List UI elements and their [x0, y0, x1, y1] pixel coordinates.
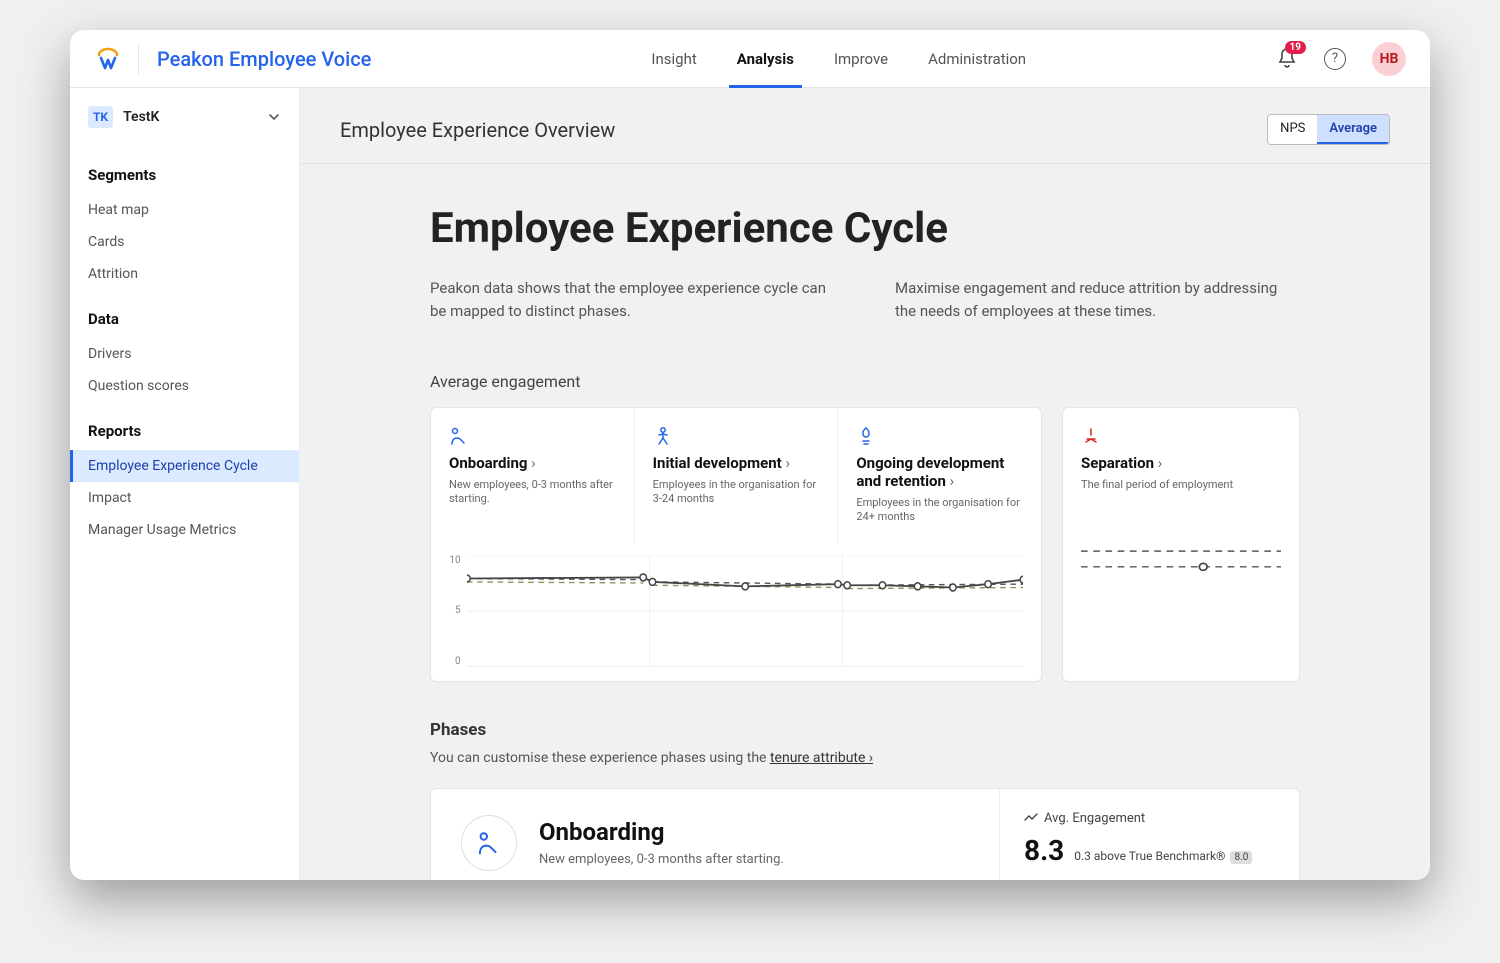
sidebar-item-drivers[interactable]: Drivers — [70, 338, 299, 370]
phases-intro-text: You can customise these experience phase… — [430, 750, 770, 766]
nav-administration[interactable]: Administration — [928, 30, 1026, 87]
sidebar-item-impact[interactable]: Impact — [70, 482, 299, 514]
hero-para-1: Peakon data shows that the employee expe… — [430, 277, 835, 322]
toggle-nps[interactable]: NPS — [1268, 115, 1317, 144]
sidebar-section-segments: Segments — [70, 146, 299, 194]
separation-icon — [1081, 426, 1281, 448]
sidebar-section-data: Data — [70, 290, 299, 338]
trend-icon — [1024, 811, 1038, 825]
notification-badge: 19 — [1285, 41, 1306, 54]
page-title: Employee Experience Overview — [340, 118, 615, 142]
phase-ongoing-sub: Employees in the organisation for 24+ mo… — [856, 496, 1023, 525]
phase-separation-sub: The final period of employment — [1081, 478, 1281, 492]
workspace-badge: TK — [88, 106, 113, 128]
initial-dev-icon — [653, 426, 820, 448]
app-window: Peakon Employee Voice Insight Analysis I… — [70, 30, 1430, 880]
sidebar-item-attrition[interactable]: Attrition — [70, 258, 299, 290]
engagement-chart-separation — [1081, 522, 1281, 634]
top-nav: Insight Analysis Improve Administration — [651, 30, 1026, 87]
chevron-down-icon — [267, 110, 281, 124]
nav-analysis[interactable]: Analysis — [737, 30, 794, 87]
phase-onboarding-link[interactable]: Onboarding › — [449, 454, 616, 472]
workspace-selector[interactable]: TK TestK — [70, 98, 299, 146]
phase-ongoing-link[interactable]: Ongoing development and retention › — [856, 454, 1023, 490]
phase-card-combined: Onboarding › New employees, 0-3 months a… — [430, 407, 1042, 682]
nav-improve[interactable]: Improve — [834, 30, 888, 87]
phase-card-separation: Separation › The final period of employm… — [1062, 407, 1300, 682]
tenure-attribute-link[interactable]: tenure attribute › — [770, 750, 873, 766]
phases-intro: Phases You can customise these experienc… — [300, 682, 1430, 766]
nav-insight[interactable]: Insight — [651, 30, 696, 87]
benchmark-badge: 8.0 — [1230, 851, 1252, 864]
user-avatar[interactable]: HB — [1372, 42, 1406, 76]
topbar-right: 19 ? HB — [1276, 42, 1406, 76]
brand-title[interactable]: Peakon Employee Voice — [157, 47, 371, 71]
hero-para-2: Maximise engagement and reduce attrition… — [895, 277, 1300, 322]
detail-sub: New employees, 0-3 months after starting… — [539, 852, 784, 867]
detail-onboarding-icon — [461, 815, 517, 871]
phases-title: Phases — [430, 720, 1300, 740]
phase-initial-dev-link[interactable]: Initial development › — [653, 454, 820, 472]
engagement-chart-main — [467, 555, 1023, 667]
hero: Employee Experience Cycle Peakon data sh… — [300, 164, 1430, 342]
workday-logo-icon — [94, 45, 122, 73]
phase-cards-row: Onboarding › New employees, 0-3 months a… — [300, 407, 1430, 682]
sidebar-item-cards[interactable]: Cards — [70, 226, 299, 258]
notifications-button[interactable]: 19 — [1276, 47, 1298, 71]
main-content: Employee Experience Overview NPS Average… — [300, 88, 1430, 880]
phase-detail-card: Onboarding New employees, 0-3 months aft… — [430, 788, 1300, 880]
phase-separation-link[interactable]: Separation › — [1081, 454, 1281, 472]
chart-y-axis: 10 5 0 — [449, 555, 467, 667]
detail-title: Onboarding — [539, 818, 784, 846]
sidebar-item-question-scores[interactable]: Question scores — [70, 370, 299, 402]
metric-value: 8.3 — [1024, 834, 1064, 867]
metric-label: Avg. Engagement — [1024, 811, 1275, 826]
toggle-average[interactable]: Average — [1317, 115, 1389, 144]
sidebar-item-heatmap[interactable]: Heat map — [70, 194, 299, 226]
page-header: Employee Experience Overview NPS Average — [300, 88, 1430, 164]
sidebar-item-exp-cycle[interactable]: Employee Experience Cycle — [70, 450, 299, 482]
sidebar-item-manager-usage[interactable]: Manager Usage Metrics — [70, 514, 299, 546]
hero-title: Employee Experience Cycle — [430, 204, 1300, 253]
sidebar-section-reports: Reports — [70, 402, 299, 450]
help-button[interactable]: ? — [1324, 48, 1346, 70]
phase-initial-dev-sub: Employees in the organisation for 3-24 m… — [653, 478, 820, 507]
onboarding-icon — [449, 426, 616, 448]
score-toggle: NPS Average — [1267, 114, 1390, 145]
phase-onboarding-sub: New employees, 0-3 months after starting… — [449, 478, 616, 507]
topbar: Peakon Employee Voice Insight Analysis I… — [70, 30, 1430, 88]
ongoing-dev-icon — [856, 426, 1023, 448]
divider — [138, 44, 139, 74]
workspace-name: TestK — [123, 109, 159, 125]
avg-engagement-title: Average engagement — [300, 342, 1430, 407]
content-body: TK TestK Segments Heat map Cards Attriti… — [70, 88, 1430, 880]
sidebar: TK TestK Segments Heat map Cards Attriti… — [70, 88, 300, 880]
metric-delta: 0.3 above True Benchmark® 8.0 — [1074, 849, 1252, 863]
